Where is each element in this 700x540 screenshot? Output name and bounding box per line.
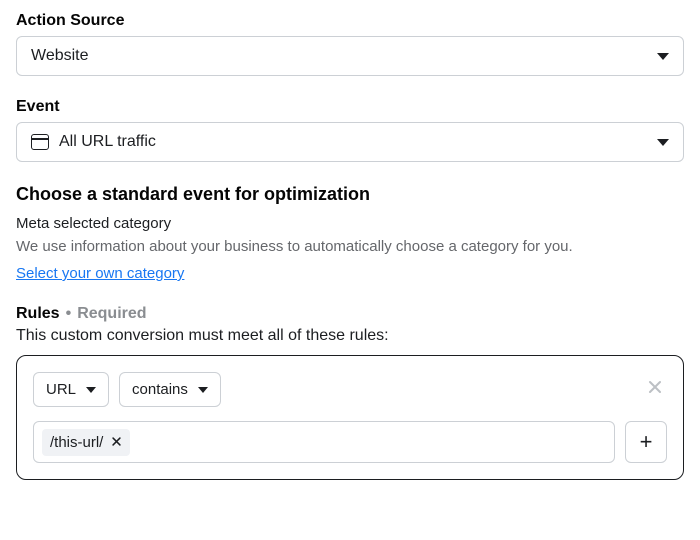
rule-operator-select[interactable]: contains xyxy=(119,372,221,407)
chevron-down-icon xyxy=(86,387,96,393)
rules-section: Rules • Required This custom conversion … xyxy=(16,305,684,480)
action-source-value: Website xyxy=(31,47,89,65)
optimization-heading: Choose a standard event for optimization xyxy=(16,184,684,205)
rules-box: URL contains /this-url/ xyxy=(16,355,684,480)
event-section: Event All URL traffic xyxy=(16,98,684,162)
chevron-down-icon xyxy=(657,53,669,60)
rules-required: Required xyxy=(77,305,146,323)
event-select[interactable]: All URL traffic xyxy=(16,122,684,162)
close-icon xyxy=(647,379,663,395)
remove-chip-button[interactable] xyxy=(111,435,122,450)
event-label: Event xyxy=(16,98,684,116)
event-value: All URL traffic xyxy=(59,133,156,151)
select-category-link[interactable]: Select your own category xyxy=(16,265,184,282)
optimization-section: Choose a standard event for optimization… xyxy=(16,184,684,283)
close-icon xyxy=(111,436,122,447)
remove-rule-button[interactable] xyxy=(643,378,667,401)
rules-title: Rules xyxy=(16,305,60,323)
rule-value-input[interactable]: /this-url/ xyxy=(33,421,615,463)
rule-field-select[interactable]: URL xyxy=(33,372,109,407)
rule-operator-value: contains xyxy=(132,381,188,398)
rules-header: Rules • Required xyxy=(16,305,684,323)
plus-icon: + xyxy=(640,429,653,455)
action-source-label: Action Source xyxy=(16,12,684,30)
add-rule-button[interactable]: + xyxy=(625,421,667,463)
rule-value-row: /this-url/ + xyxy=(33,421,667,463)
action-source-select[interactable]: Website xyxy=(16,36,684,76)
action-source-section: Action Source Website xyxy=(16,12,684,76)
rule-field-value: URL xyxy=(46,381,76,398)
optimization-description: We use information about your business t… xyxy=(16,238,684,255)
separator-dot: • xyxy=(66,305,72,323)
browser-icon xyxy=(31,134,49,150)
rule-condition-row: URL contains xyxy=(33,372,667,407)
optimization-subheading: Meta selected category xyxy=(16,215,684,232)
chip-text: /this-url/ xyxy=(50,434,103,451)
chevron-down-icon xyxy=(657,139,669,146)
chevron-down-icon xyxy=(198,387,208,393)
rules-description: This custom conversion must meet all of … xyxy=(16,327,684,345)
url-chip: /this-url/ xyxy=(42,429,130,456)
